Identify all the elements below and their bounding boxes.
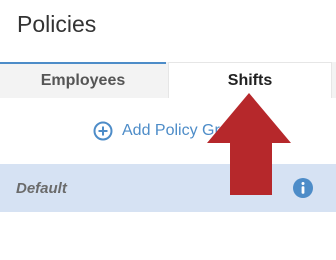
policy-group-item-default[interactable]: Default [0,164,336,212]
tab-employees[interactable]: Employees [0,62,166,98]
add-policy-row: Add Policy Group [0,98,336,164]
info-icon[interactable] [293,178,313,198]
page-header: Policies [0,0,336,62]
plus-circle-icon [93,121,113,141]
tab-bar: Employees Shifts [0,62,336,98]
tab-shifts-label: Shifts [227,71,273,89]
tab-shifts[interactable]: Shifts [168,62,332,98]
add-policy-group-label: Add Policy Group [122,122,222,139]
policy-group-label: Default [16,180,67,197]
tab-employees-label: Employees [40,72,126,89]
page-title: Policies [17,11,97,37]
policies-page: Policies Employees Shifts Add Policy Gro… [0,0,336,260]
add-policy-group-button[interactable]: Add Policy Group [93,121,222,141]
